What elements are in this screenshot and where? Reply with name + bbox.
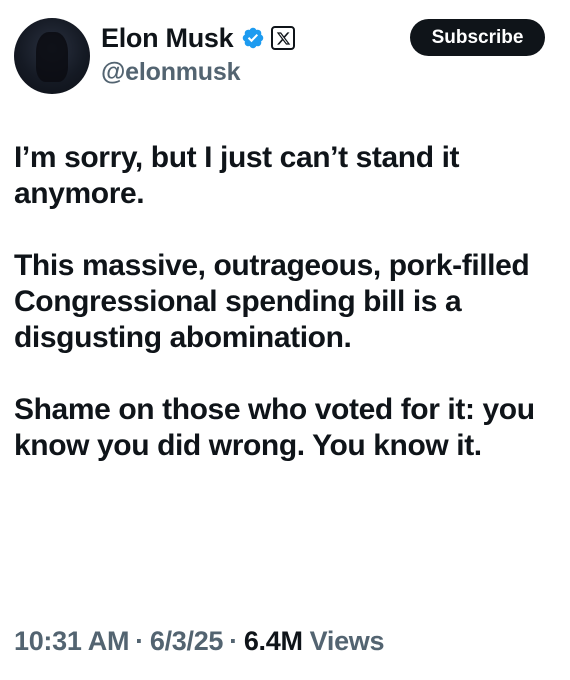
tweet-card: Elon Musk @elonmusk Subscribe I’m sorry,… (0, 0, 570, 680)
tweet-text: I’m sorry, but I just can’t stand it any… (14, 140, 554, 464)
author-name-row: Elon Musk (101, 18, 296, 58)
views-count[interactable]: 6.4M (244, 626, 303, 657)
tweet-metadata: 10:31 AM · 6/3/25 · 6.4M Views (14, 626, 385, 657)
subscribe-button[interactable]: Subscribe (410, 19, 545, 56)
views-label: Views (309, 626, 385, 656)
meta-separator: · (229, 626, 238, 656)
tweet-date[interactable]: 6/3/25 (150, 626, 224, 657)
author-handle[interactable]: @elonmusk (101, 58, 240, 87)
tweet-paragraph: Shame on those who voted for it: you kno… (14, 393, 535, 462)
tweet-paragraph: This massive, outrageous, pork-filled Co… (14, 249, 530, 354)
avatar-silhouette (36, 32, 68, 82)
avatar[interactable] (14, 18, 90, 94)
x-logo-icon[interactable] (271, 26, 296, 50)
author-name[interactable]: Elon Musk (101, 23, 234, 54)
tweet-time[interactable]: 10:31 AM (14, 626, 129, 657)
tweet-paragraph: I’m sorry, but I just can’t stand it any… (14, 141, 460, 210)
meta-separator: · (135, 626, 144, 656)
verified-badge-icon[interactable] (241, 26, 265, 50)
